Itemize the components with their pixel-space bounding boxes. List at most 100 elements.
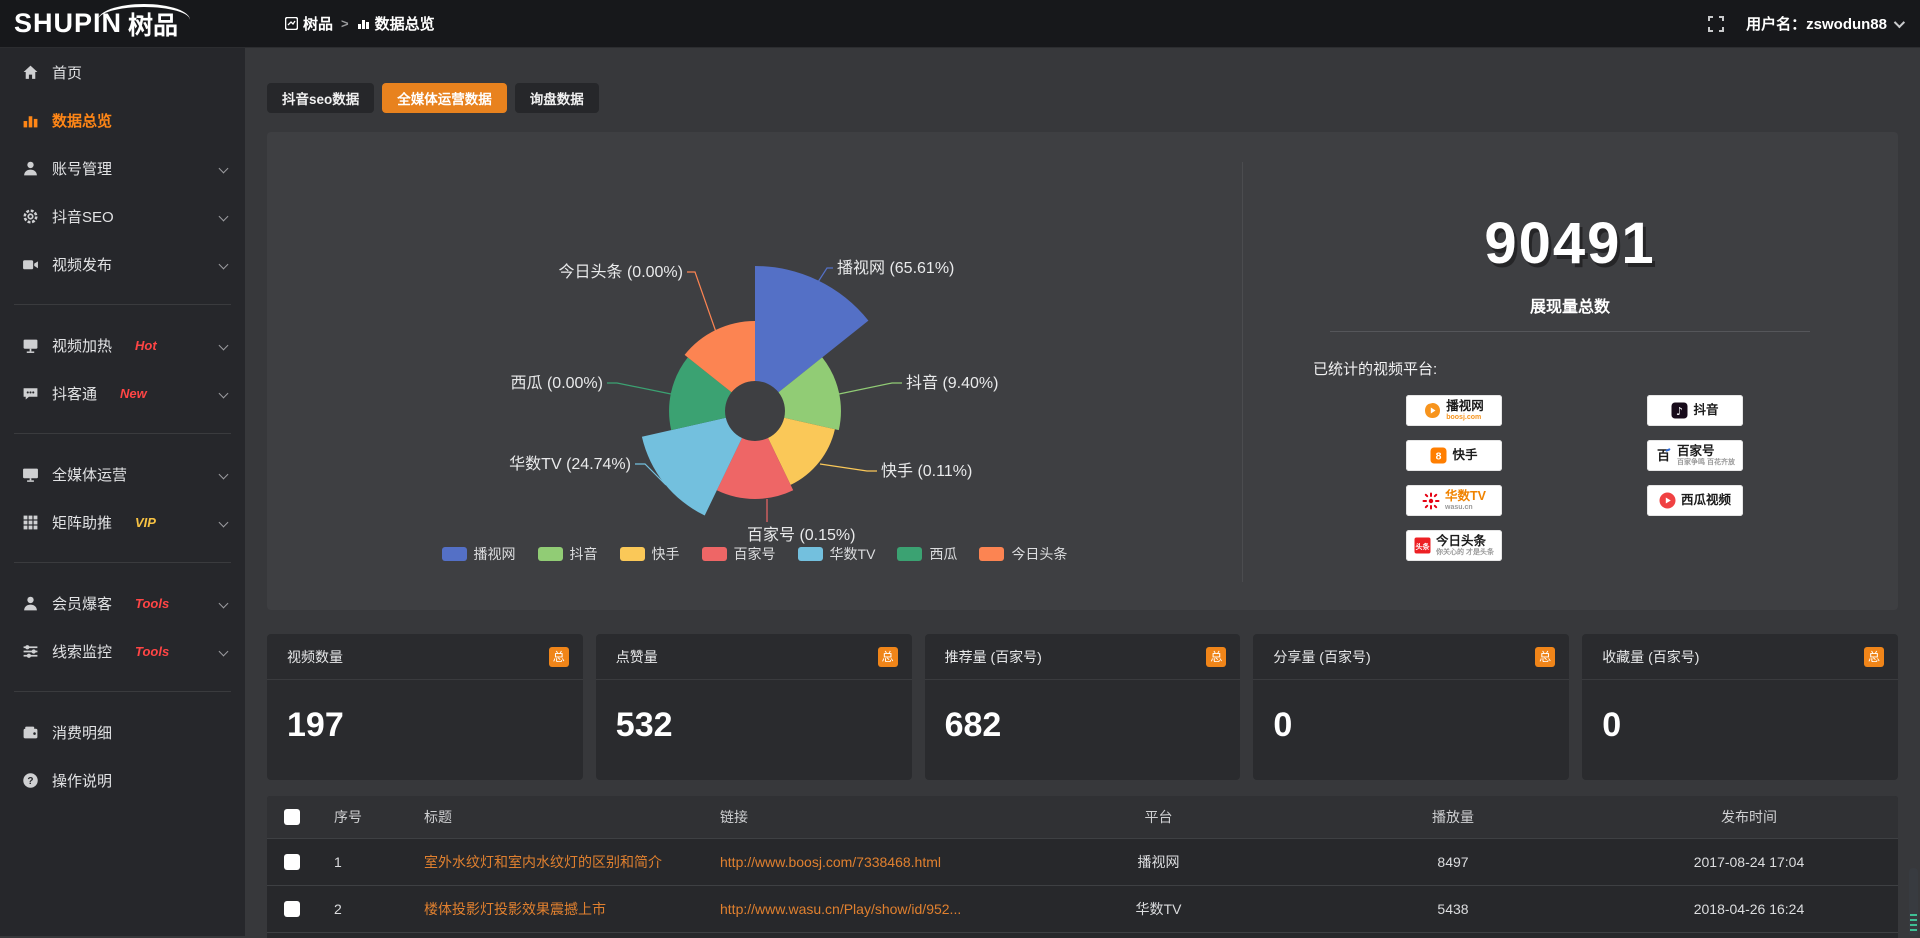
top-header: SHUPIN 树品 树品 > 数据总览 用户名：zswodun88 [0, 0, 1920, 48]
pie-label-leader [687, 272, 716, 332]
legend-label: 快手 [652, 544, 680, 564]
pie-slice-label: 抖音 (9.40%) [906, 374, 998, 392]
platform-subtext: 百家争鸣 百花齐放 [1677, 459, 1735, 466]
douyin-logo-icon: ♪ [1671, 402, 1688, 419]
sidebar-item-12[interactable]: ?操作说明 [0, 756, 245, 804]
stat-card-header: 视频数量总 [267, 634, 583, 680]
sidebar-item-11[interactable]: 消费明细 [0, 708, 245, 756]
sidebar-item-3[interactable]: 抖音SEO [0, 192, 245, 240]
svg-text:头条: 头条 [1416, 542, 1431, 551]
breadcrumb-item-current[interactable]: 数据总览 [357, 13, 435, 34]
sidebar-item-9[interactable]: 会员爆客Tools [0, 579, 245, 627]
sidebar-item-4[interactable]: 视频发布 [0, 240, 245, 288]
pie-slice-华数TV[interactable] [642, 418, 742, 516]
home-icon [22, 64, 39, 81]
table-row: 2楼体投影灯投影效果震撼上市http://www.wasu.cn/Play/sh… [267, 885, 1898, 932]
tab-1[interactable]: 全媒体运营数据 [382, 83, 507, 113]
cell-platform: 播视网 [1011, 852, 1306, 872]
user-menu[interactable]: 用户名：zswodun88 [1746, 13, 1902, 34]
cell-title-link[interactable]: 楼体投影灯投影效果震撼上市 [416, 899, 712, 919]
column-header: 标题 [416, 807, 712, 827]
legend-item-西瓜[interactable]: 西瓜 [897, 544, 957, 564]
column-header: 播放量 [1306, 807, 1600, 827]
row-checkbox[interactable] [284, 901, 300, 917]
cell-plays: 5438 [1306, 901, 1600, 917]
platform-subtext: boosj.com [1446, 414, 1481, 421]
legend-swatch [702, 547, 727, 561]
total-badge: 总 [878, 647, 898, 667]
stat-card-label: 分享量 (百家号) [1273, 647, 1370, 667]
sidebar-item-badge: VIP [135, 515, 156, 530]
platform-badge-华数TV: 华数TVwasu.cn [1406, 485, 1502, 516]
sidebar-item-label: 视频发布 [52, 254, 112, 275]
cell-num: 2 [316, 901, 416, 917]
screen-heat-icon [22, 337, 39, 354]
chevron-down-icon [219, 646, 229, 656]
stat-card-label: 收藏量 (百家号) [1602, 647, 1699, 667]
grid-icon [22, 514, 39, 531]
breadcrumb: 树品 > 数据总览 [285, 13, 435, 34]
wallet-icon [22, 724, 39, 741]
sidebar-item-10[interactable]: 线索监控Tools [0, 627, 245, 675]
legend-swatch [442, 547, 467, 561]
impressions-total-value: 90491 [1242, 210, 1898, 277]
legend-item-抖音[interactable]: 抖音 [538, 544, 598, 564]
legend-item-播视网[interactable]: 播视网 [442, 544, 516, 564]
sidebar-item-7[interactable]: 全媒体运营 [0, 450, 245, 498]
pie-slice-label: 西瓜 (0.00%) [511, 375, 603, 392]
scroll-widget-stripes [1910, 914, 1917, 934]
column-header: 平台 [1011, 807, 1306, 827]
sidebar-item-label: 线索监控 [52, 641, 112, 662]
chevron-down-icon [219, 517, 229, 527]
select-all-checkbox[interactable] [284, 809, 300, 825]
tab-0[interactable]: 抖音seo数据 [267, 83, 374, 113]
legend-item-百家号[interactable]: 百家号 [702, 544, 776, 564]
main-content: 抖音seo数据全媒体运营数据询盘数据 播视网 (65.61%) 抖音 (9.40%… [245, 48, 1920, 936]
legend-swatch [538, 547, 563, 561]
sidebar-item-0[interactable]: 首页 [0, 48, 245, 96]
row-checkbox[interactable] [284, 854, 300, 870]
platform-name: 今日头条 [1436, 535, 1486, 548]
overview-panel: 播视网 (65.61%)抖音 (9.40%)快手 (0.11%)百家号 (0.1… [267, 132, 1898, 610]
tab-2[interactable]: 询盘数据 [515, 83, 599, 113]
video-icon [22, 256, 39, 273]
pie-slice-label: 快手 (0.11%) [881, 462, 972, 480]
stat-card-value: 0 [1253, 680, 1569, 745]
breadcrumb-separator: > [341, 16, 349, 31]
fullscreen-icon[interactable] [1708, 16, 1724, 32]
sidebar-divider [14, 691, 231, 692]
pie-slice-label: 播视网 (65.61%) [837, 259, 954, 277]
svg-text:♪: ♪ [1676, 405, 1683, 418]
legend-item-快手[interactable]: 快手 [620, 544, 680, 564]
legend-item-华数TV[interactable]: 华数TV [798, 544, 876, 564]
platforms-list-label: 已统计的视频平台: [1313, 358, 1898, 379]
app-logo: SHUPIN 树品 [0, 0, 245, 48]
sidebar-item-1[interactable]: 数据总览 [0, 96, 245, 144]
pie-slice-label: 今日头条 (0.00%) [559, 263, 683, 281]
cell-url-link[interactable]: http://www.wasu.cn/Play/show/id/952... [712, 901, 1011, 917]
username-label: 用户名：zswodun88 [1746, 13, 1887, 34]
videos-table: 序号标题链接平台播放量发布时间1室外水纹灯和室内水纹灯的区别和简介http://… [267, 796, 1898, 938]
sidebar-divider [14, 433, 231, 434]
sidebar-item-5[interactable]: 视频加热Hot [0, 321, 245, 369]
platform-name: 华数TV [1445, 490, 1486, 503]
sidebar-item-8[interactable]: 矩阵助推VIP [0, 498, 245, 546]
legend-item-今日头条[interactable]: 今日头条 [979, 544, 1067, 564]
gear-icon [22, 208, 39, 225]
platform-name: 播视网 [1446, 400, 1484, 413]
chart-legend: 播视网 抖音 快手 百家号 华数TV 西瓜 今日头条 [267, 544, 1242, 564]
platform-share-pie-chart: 播视网 (65.61%)抖音 (9.40%)快手 (0.11%)百家号 (0.1… [267, 132, 1242, 610]
sliders-icon [22, 643, 39, 660]
cell-time: 2018-04-26 16:24 [1600, 901, 1898, 917]
sidebar-item-6[interactable]: 抖客通New [0, 369, 245, 417]
stat-card-value: 682 [925, 680, 1241, 745]
sidebar-item-label: 会员爆客 [52, 593, 112, 614]
cell-title-link[interactable]: 室外水纹灯和室内水纹灯的区别和简介 [416, 852, 712, 872]
cell-url-link[interactable]: http://www.boosj.com/7338468.html [712, 854, 1011, 870]
sidebar-item-2[interactable]: 账号管理 [0, 144, 245, 192]
pie-label-leader [818, 268, 833, 282]
column-header: 链接 [712, 807, 1011, 827]
total-badge: 总 [1206, 647, 1226, 667]
app-icon [285, 17, 298, 30]
breadcrumb-item-home[interactable]: 树品 [285, 13, 333, 34]
